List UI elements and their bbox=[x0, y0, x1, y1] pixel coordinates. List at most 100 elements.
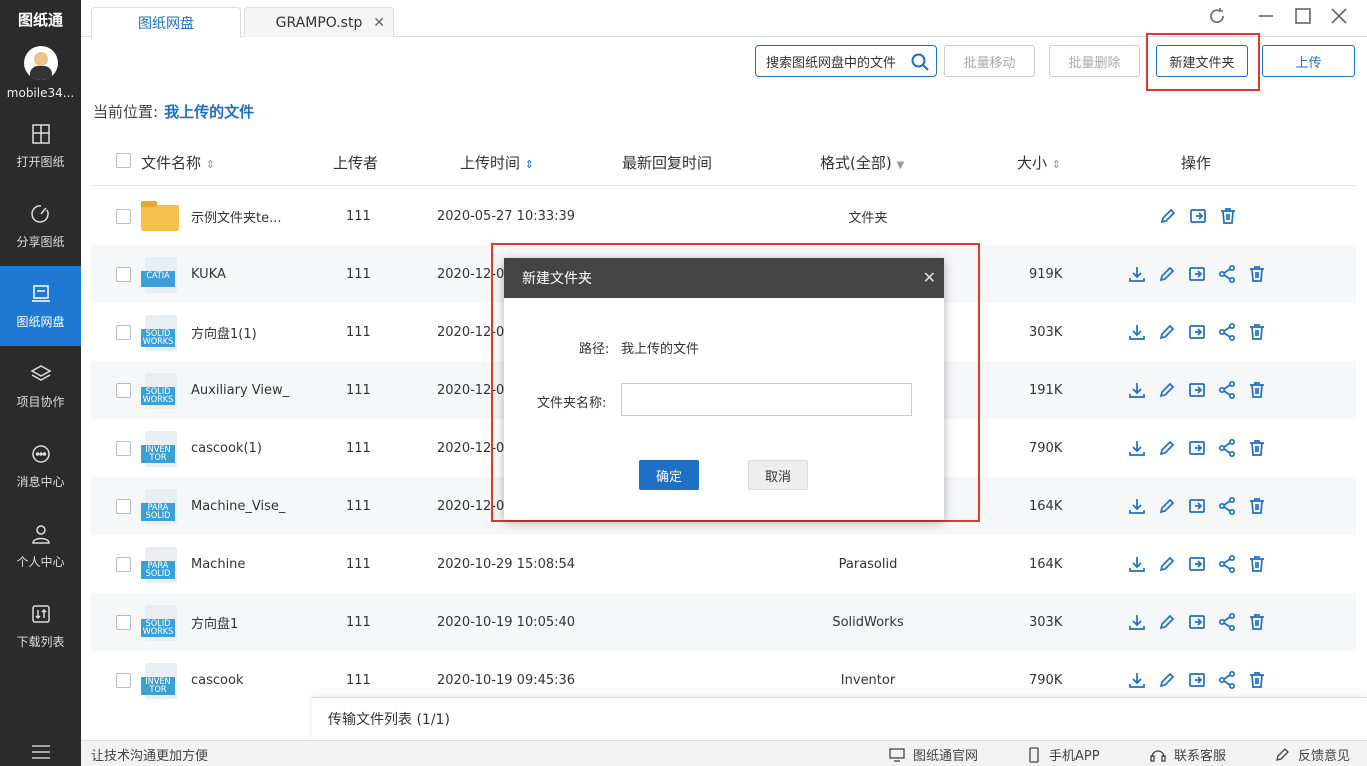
download-icon[interactable] bbox=[1127, 264, 1147, 284]
edit-icon[interactable] bbox=[1157, 670, 1177, 690]
column-format[interactable]: 格式(全部) ▼ bbox=[820, 152, 904, 173]
move-icon[interactable] bbox=[1187, 438, 1207, 458]
sidebar-item-open-drawing[interactable]: 打开图纸 bbox=[0, 106, 81, 186]
delete-icon[interactable] bbox=[1247, 380, 1267, 400]
file-name[interactable]: Machine_Vise_ bbox=[191, 477, 285, 535]
upload-button[interactable]: 上传 bbox=[1262, 45, 1355, 77]
column-upload-time[interactable]: 上传时间 ⇕ bbox=[460, 152, 534, 173]
column-size[interactable]: 大小 ⇕ bbox=[1017, 152, 1061, 173]
share-icon[interactable] bbox=[1217, 322, 1237, 342]
file-name[interactable]: KUKA bbox=[191, 245, 226, 303]
confirm-button[interactable]: 确定 bbox=[639, 460, 699, 490]
mobile-app-link[interactable]: 手机APP bbox=[1027, 745, 1100, 764]
feedback-link[interactable]: 反馈意见 bbox=[1274, 745, 1350, 764]
move-icon[interactable] bbox=[1187, 380, 1207, 400]
move-icon[interactable] bbox=[1187, 496, 1207, 516]
edit-icon[interactable] bbox=[1157, 612, 1177, 632]
edit-icon[interactable] bbox=[1157, 496, 1177, 516]
menu-button[interactable] bbox=[0, 738, 81, 766]
download-icon[interactable] bbox=[1127, 380, 1147, 400]
row-checkbox[interactable] bbox=[116, 441, 131, 456]
website-link[interactable]: 图纸通官网 bbox=[889, 745, 978, 764]
sidebar-item-personal[interactable]: 个人中心 bbox=[0, 506, 81, 586]
delete-icon[interactable] bbox=[1247, 554, 1267, 574]
file-name[interactable]: 方向盘1 bbox=[191, 593, 238, 651]
edit-icon[interactable] bbox=[1157, 264, 1177, 284]
close-icon[interactable]: ✕ bbox=[373, 15, 385, 31]
row-checkbox[interactable] bbox=[116, 557, 131, 572]
close-icon[interactable]: ✕ bbox=[923, 268, 936, 287]
select-all-checkbox[interactable] bbox=[116, 153, 131, 168]
share-icon[interactable] bbox=[1217, 554, 1237, 574]
edit-icon[interactable] bbox=[1157, 322, 1177, 342]
share-icon[interactable] bbox=[1217, 670, 1237, 690]
tab-grampo[interactable]: GRAMPO.stp ✕ bbox=[244, 7, 394, 37]
cancel-button[interactable]: 取消 bbox=[748, 460, 808, 490]
batch-move-button[interactable]: 批量移动 bbox=[944, 45, 1035, 77]
delete-icon[interactable] bbox=[1247, 670, 1267, 690]
share-icon[interactable] bbox=[1217, 612, 1237, 632]
sidebar-item-downloads[interactable]: 下载列表 bbox=[0, 586, 81, 666]
delete-icon[interactable] bbox=[1247, 438, 1267, 458]
edit-icon[interactable] bbox=[1157, 380, 1177, 400]
delete-icon[interactable] bbox=[1247, 612, 1267, 632]
sidebar-item-project[interactable]: 项目协作 bbox=[0, 346, 81, 426]
sidebar-item-share-drawing[interactable]: 分享图纸 bbox=[0, 186, 81, 266]
support-link[interactable]: 联系客服 bbox=[1150, 745, 1226, 764]
row-checkbox[interactable] bbox=[116, 209, 131, 224]
maximize-icon[interactable] bbox=[1293, 6, 1313, 26]
share-icon[interactable] bbox=[1217, 496, 1237, 516]
edit-icon[interactable] bbox=[1157, 554, 1177, 574]
row-checkbox[interactable] bbox=[116, 325, 131, 340]
delete-icon[interactable] bbox=[1247, 496, 1267, 516]
transfer-panel[interactable]: 传输文件列表 (1/1) bbox=[312, 697, 1367, 740]
new-folder-button[interactable]: 新建文件夹 bbox=[1156, 45, 1248, 77]
column-name[interactable]: 文件名称 ⇕ bbox=[141, 152, 215, 173]
table-row[interactable]: 示例文件夹te...1112020-05-27 10:33:39文件夹 bbox=[91, 187, 1356, 245]
download-icon[interactable] bbox=[1127, 670, 1147, 690]
move-icon[interactable] bbox=[1187, 264, 1207, 284]
share-icon[interactable] bbox=[1217, 264, 1237, 284]
refresh-icon[interactable] bbox=[1207, 6, 1227, 26]
download-icon[interactable] bbox=[1127, 496, 1147, 516]
row-checkbox[interactable] bbox=[116, 383, 131, 398]
search-input[interactable]: 搜索图纸网盘中的文件 bbox=[755, 45, 937, 77]
row-checkbox[interactable] bbox=[116, 615, 131, 630]
download-icon[interactable] bbox=[1127, 554, 1147, 574]
move-icon[interactable] bbox=[1188, 206, 1208, 226]
move-icon[interactable] bbox=[1187, 554, 1207, 574]
delete-icon[interactable] bbox=[1247, 264, 1267, 284]
download-icon[interactable] bbox=[1127, 322, 1147, 342]
tab-cloud-drive[interactable]: 图纸网盘 bbox=[91, 7, 241, 38]
table-row[interactable]: PARA SOLIDMachine1112020-10-29 15:08:54P… bbox=[91, 535, 1356, 593]
file-name[interactable]: 示例文件夹te... bbox=[191, 187, 282, 245]
close-window-icon[interactable] bbox=[1329, 6, 1349, 26]
table-row[interactable]: SOLID WORKS方向盘11112020-10-19 10:05:40Sol… bbox=[91, 593, 1356, 651]
row-checkbox[interactable] bbox=[116, 499, 131, 514]
sidebar-item-messages[interactable]: 消息中心 bbox=[0, 426, 81, 506]
share-icon[interactable] bbox=[1217, 438, 1237, 458]
minimize-icon[interactable] bbox=[1256, 6, 1276, 26]
file-name[interactable]: cascook(1) bbox=[191, 419, 262, 477]
file-name[interactable]: 方向盘1(1) bbox=[191, 303, 257, 361]
file-name[interactable]: Machine bbox=[191, 535, 245, 593]
sidebar-item-cloud-drive[interactable]: 图纸网盘 bbox=[0, 266, 81, 346]
file-name[interactable]: cascook bbox=[191, 651, 243, 709]
edit-icon[interactable] bbox=[1157, 438, 1177, 458]
edit-icon[interactable] bbox=[1158, 206, 1178, 226]
row-checkbox[interactable] bbox=[116, 267, 131, 282]
search-icon[interactable] bbox=[910, 52, 930, 72]
download-icon[interactable] bbox=[1127, 438, 1147, 458]
breadcrumb-current[interactable]: 我上传的文件 bbox=[164, 103, 254, 121]
row-checkbox[interactable] bbox=[116, 673, 131, 688]
move-icon[interactable] bbox=[1187, 670, 1207, 690]
delete-icon[interactable] bbox=[1247, 322, 1267, 342]
avatar[interactable] bbox=[24, 46, 58, 80]
batch-delete-button[interactable]: 批量删除 bbox=[1049, 45, 1140, 77]
download-icon[interactable] bbox=[1127, 612, 1147, 632]
share-icon[interactable] bbox=[1217, 380, 1237, 400]
file-name[interactable]: Auxiliary View_ bbox=[191, 361, 289, 419]
delete-icon[interactable] bbox=[1218, 206, 1238, 226]
folder-name-input[interactable] bbox=[621, 383, 912, 416]
move-icon[interactable] bbox=[1187, 322, 1207, 342]
